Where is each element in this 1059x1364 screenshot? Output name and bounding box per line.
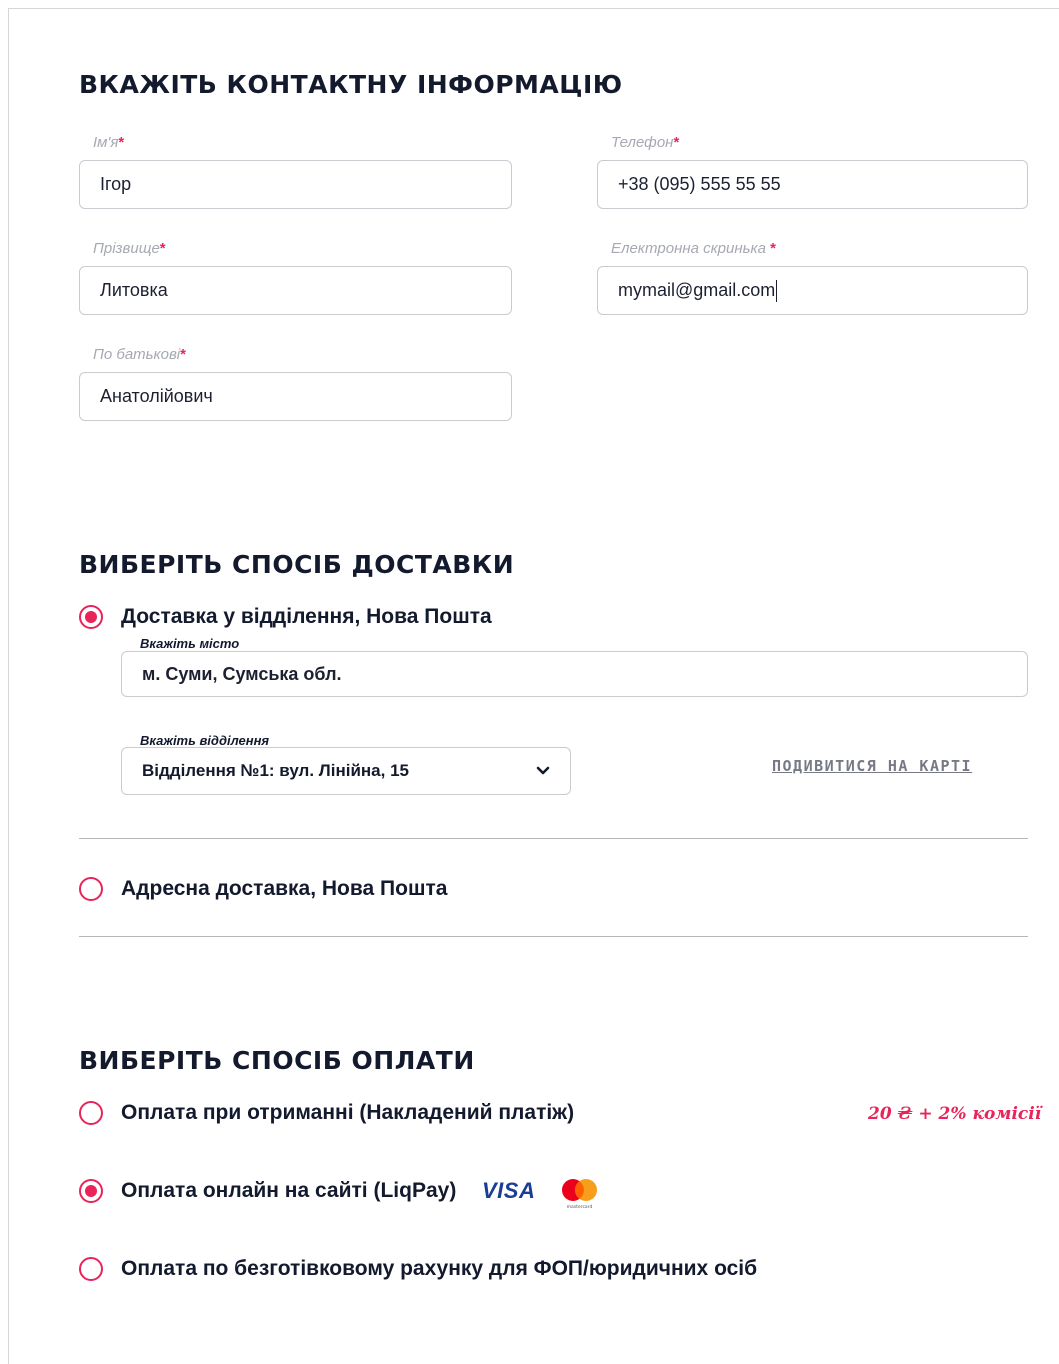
phone-label: Телефон* [611, 134, 680, 151]
email-label: Електронна скринька * [611, 240, 776, 257]
payment-cod-radio[interactable] [79, 1101, 103, 1125]
branch-label: Вкажіть відділення [140, 733, 270, 748]
city-field[interactable]: м. Суми, Сумська обл. [121, 651, 1028, 697]
city-label: Вкажіть місто [140, 636, 240, 651]
visa-logo: VISA [482, 1178, 536, 1203]
payment-online-label[interactable]: Оплата онлайн на сайті (LiqPay) [121, 1179, 456, 1203]
text-cursor [776, 279, 778, 302]
chevron-down-icon [536, 761, 550, 781]
delivery-branch-label[interactable]: Доставка у відділення, Нова Пошта [121, 605, 492, 629]
last-name-field[interactable]: Литовка [79, 266, 512, 315]
payment-invoice-label[interactable]: Оплата по безготівковому рахунку для ФОП… [121, 1257, 757, 1281]
patronymic-label: По батькові* [93, 346, 186, 363]
delivery-address-radio[interactable] [79, 877, 103, 901]
contact-section-title: Вкажіть контактну інформацію [79, 70, 623, 99]
first-name-field[interactable]: Ігор [79, 160, 512, 209]
branch-select-value: Відділення №1: вул. Лінійна, 15 [142, 761, 409, 780]
delivery-address-label[interactable]: Адресна доставка, Нова Пошта [121, 877, 447, 901]
patronymic-field[interactable]: Анатолійович [79, 372, 512, 421]
payment-cod-label[interactable]: Оплата при отриманні (Накладений платіж) [121, 1101, 574, 1125]
phone-field[interactable]: +38 (095) 555 55 55 [597, 160, 1028, 209]
payment-section-title: Виберіть спосіб оплати [79, 1046, 475, 1075]
svg-text:mastercard: mastercard [567, 1204, 593, 1210]
delivery-branch-radio[interactable] [79, 605, 103, 629]
divider [79, 838, 1028, 839]
delivery-section-title: Виберіть спосіб доставки [79, 550, 515, 579]
branch-select[interactable]: Відділення №1: вул. Лінійна, 15 [121, 747, 571, 795]
cod-fee-note: 20 ₴ + 2% комісії [868, 1104, 1042, 1124]
payment-invoice-radio[interactable] [79, 1257, 103, 1281]
mastercard-logo: mastercard [558, 1176, 602, 1210]
payment-online-radio[interactable] [79, 1179, 103, 1203]
last-name-label: Прізвище* [93, 240, 166, 257]
divider [79, 936, 1028, 937]
email-field[interactable]: mymail@gmail.com [597, 266, 1028, 315]
view-on-map-link[interactable]: Подивитися на карті [772, 757, 972, 775]
first-name-label: Ім'я* [93, 134, 125, 151]
